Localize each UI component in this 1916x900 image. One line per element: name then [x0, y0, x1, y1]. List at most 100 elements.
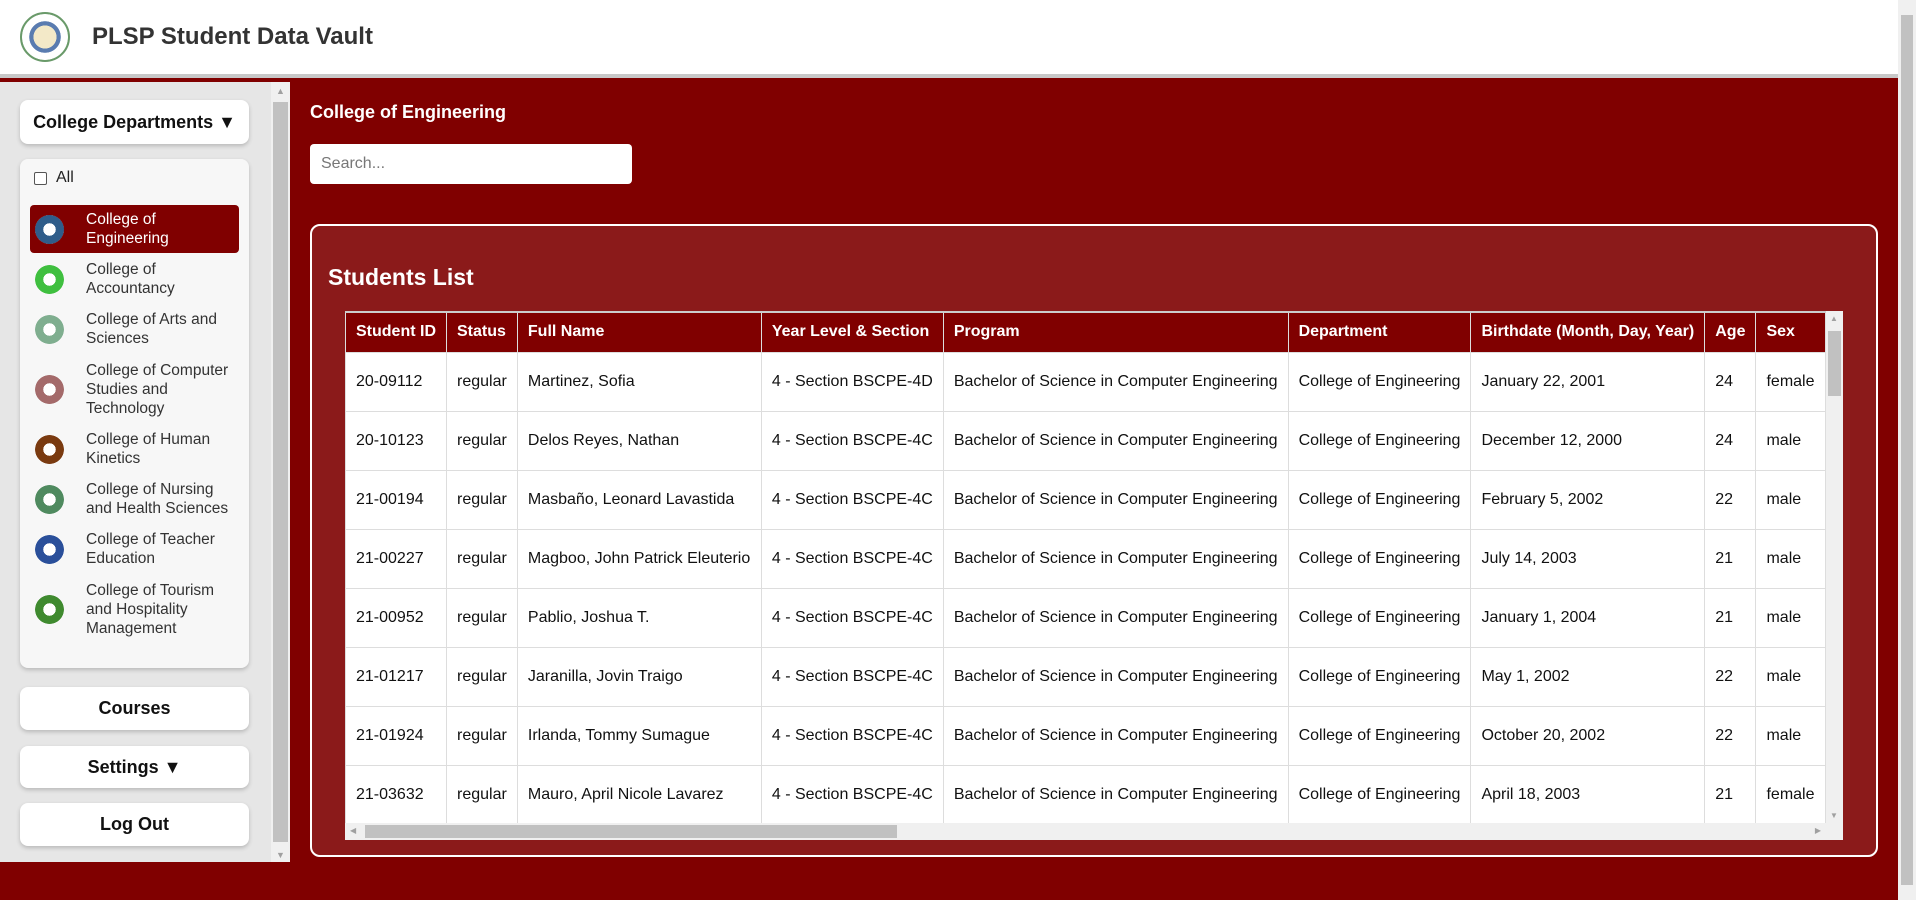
table-cell: 4 - Section BSCPE-4C — [760, 587, 944, 648]
app-header: PLSP Student Data Vault — [0, 0, 1898, 78]
students-table: Student ID Status Full Name Year Level & Se… — [345, 311, 1826, 823]
table-cell: 21 — [1704, 528, 1757, 589]
scroll-up-icon[interactable]: ▲ — [271, 86, 290, 96]
table-row[interactable]: 21-01217 regular Jaranilla, Jovin Traigo 4 … — [345, 646, 1826, 707]
search-input[interactable] — [310, 144, 632, 184]
table-cell: Irlanda, Tommy Sumague — [516, 705, 762, 766]
table-horizontal-scrollbar[interactable]: ◀ ▶ — [345, 823, 1826, 840]
table-cell: July 14, 2003 — [1470, 528, 1706, 589]
scrollbar-thumb[interactable] — [1828, 331, 1841, 396]
sidebar-item-department[interactable]: College of Nursing and Health Sciences — [30, 475, 239, 523]
sidebar-item-department[interactable]: College of Engineering — [30, 205, 239, 253]
department-seal-icon — [35, 594, 64, 624]
table-cell: male — [1755, 410, 1826, 471]
table-cell: April 18, 2003 — [1470, 764, 1706, 823]
table-cell: female — [1755, 351, 1826, 412]
sidebar-item-department[interactable]: College of Teacher Education — [30, 525, 239, 573]
department-label: College of Teacher Education — [86, 531, 215, 567]
sidebar-item-department[interactable]: College of Human Kinetics — [30, 425, 239, 473]
department-label: College of Human Kinetics — [86, 431, 211, 467]
column-header[interactable]: Age — [1704, 311, 1757, 353]
table-cell: College of Engineering — [1287, 351, 1472, 412]
table-row[interactable]: 21-00952 regular Pablio, Joshua T. 4 - Sect… — [345, 587, 1826, 648]
table-cell: 4 - Section BSCPE-4C — [760, 764, 944, 823]
checkbox-icon[interactable] — [34, 171, 47, 185]
table-cell: College of Engineering — [1287, 528, 1472, 589]
table-cell: Bachelor of Science in Computer Engineer… — [942, 646, 1289, 707]
table-vertical-scrollbar[interactable]: ▲ ▼ — [1826, 311, 1843, 823]
scroll-right-icon[interactable]: ▶ — [1815, 826, 1821, 835]
table-cell: 22 — [1704, 705, 1757, 766]
table-row[interactable]: 21-00194 regular Masbaño, Leonard Lavastid… — [345, 469, 1826, 530]
department-label: College of Arts and Sciences — [86, 311, 217, 347]
table-row[interactable]: 21-03632 regular Mauro, April Nicole Lavar… — [345, 764, 1826, 823]
table-cell: 4 - Section BSCPE-4C — [760, 528, 944, 589]
scroll-left-icon[interactable]: ◀ — [350, 826, 356, 835]
table-row[interactable]: 21-00227 regular Magboo, John Patrick Eleu… — [345, 528, 1826, 589]
table-cell: Magboo, John Patrick Eleuterio — [516, 528, 762, 589]
table-cell: Masbaño, Leonard Lavastida — [516, 469, 762, 530]
table-cell: Bachelor of Science in Computer Engineer… — [942, 705, 1289, 766]
table-cell: female — [1755, 764, 1826, 823]
all-checkbox[interactable]: All — [34, 169, 74, 187]
sidebar-item-department[interactable]: College of Arts and Sciences — [30, 305, 239, 353]
table-cell: 4 - Section BSCPE-4C — [760, 646, 944, 707]
table-cell: regular — [446, 587, 518, 648]
table-cell: regular — [446, 351, 518, 412]
column-header[interactable]: Year Level & Section — [760, 311, 944, 353]
table-cell: 21-03632 — [345, 764, 447, 823]
table-cell: 4 - Section BSCPE-4D — [760, 351, 944, 412]
department-label: College of Engineering — [86, 211, 169, 247]
column-header[interactable]: Full Name — [516, 311, 762, 353]
column-header[interactable]: Department — [1287, 311, 1472, 353]
table-cell: regular — [446, 764, 518, 823]
sidebar-item-department[interactable]: College of Accountancy — [30, 255, 239, 303]
table-cell: Bachelor of Science in Computer Engineer… — [942, 351, 1289, 412]
college-departments-button[interactable]: College Departments ▼ — [20, 100, 249, 144]
table-cell: Pablio, Joshua T. — [516, 587, 762, 648]
column-header[interactable]: Status — [446, 311, 518, 353]
scrollbar-thumb[interactable] — [273, 102, 288, 842]
column-header[interactable]: Program — [942, 311, 1289, 353]
table-cell: 4 - Section BSCPE-4C — [760, 410, 944, 471]
department-seal-icon — [35, 434, 64, 464]
department-label: College of Nursing and Health Sciences — [86, 481, 229, 517]
table-cell: 21-00227 — [345, 528, 447, 589]
card-title: Students List — [328, 264, 474, 290]
scrollbar-thumb[interactable] — [365, 825, 897, 838]
department-seal-icon — [35, 314, 64, 344]
department-label: College of Computer Studies and Technolo… — [86, 361, 229, 417]
scrollbar-thumb[interactable] — [1901, 15, 1913, 885]
table-cell: regular — [446, 528, 518, 589]
department-seal-icon — [35, 264, 64, 294]
department-seal-icon — [35, 374, 64, 404]
table-cell: regular — [446, 410, 518, 471]
table-cell: 22 — [1704, 469, 1757, 530]
logout-button[interactable]: Log Out — [20, 803, 249, 846]
table-cell: 24 — [1704, 410, 1757, 471]
table-cell: 21-01217 — [345, 646, 447, 707]
scroll-up-icon[interactable]: ▲ — [1830, 314, 1838, 323]
column-header[interactable]: Birthdate (Month, Day, Year) — [1470, 311, 1706, 353]
sidebar-scrollbar[interactable]: ▲ ▼ — [271, 82, 290, 862]
scroll-down-icon[interactable]: ▼ — [271, 850, 290, 860]
table-cell: October 20, 2002 — [1470, 705, 1706, 766]
all-label: All — [56, 169, 74, 186]
table-cell: regular — [446, 469, 518, 530]
column-header[interactable]: Student ID — [345, 311, 447, 353]
sidebar-item-department[interactable]: College of Tourism and Hospitality Manag… — [30, 575, 239, 643]
table-row[interactable]: 21-01924 regular Irlanda, Tommy Sumague 4 -… — [345, 705, 1826, 766]
page-scrollbar[interactable] — [1898, 0, 1916, 900]
table-cell: January 1, 2004 — [1470, 587, 1706, 648]
column-header[interactable]: Sex — [1755, 311, 1826, 353]
students-table-container: Student ID Status Full Name Year Level & Se… — [345, 311, 1843, 840]
table-row[interactable]: 20-09112 regular Martinez, Sofia 4 - Sectio… — [345, 351, 1826, 412]
table-row[interactable]: 20-10123 regular Delos Reyes, Nathan 4 - Se… — [345, 410, 1826, 471]
settings-button[interactable]: Settings ▼ — [20, 746, 249, 788]
students-list-card: Students List Student ID Status Full Name Y… — [310, 224, 1878, 857]
courses-button[interactable]: Courses — [20, 687, 249, 730]
sidebar-item-department[interactable]: College of Computer Studies and Technolo… — [30, 355, 239, 423]
scroll-down-icon[interactable]: ▼ — [1830, 811, 1838, 820]
table-cell: male — [1755, 646, 1826, 707]
table-cell: 4 - Section BSCPE-4C — [760, 705, 944, 766]
